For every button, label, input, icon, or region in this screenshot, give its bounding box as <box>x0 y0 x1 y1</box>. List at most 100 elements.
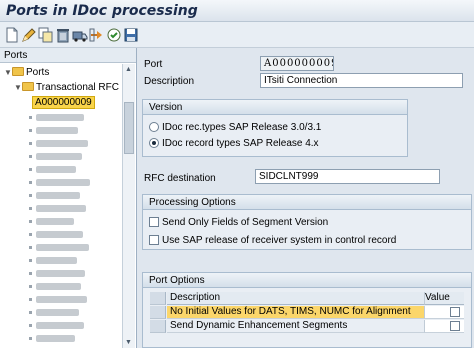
column-select-icon[interactable] <box>150 292 166 305</box>
obscured-tree-item[interactable] <box>36 270 85 277</box>
obscured-tree-item[interactable] <box>36 218 74 225</box>
tree-node-ports[interactable]: ▼ Ports <box>4 67 49 79</box>
where-used-icon[interactable] <box>89 27 105 43</box>
tree-bullet <box>29 272 32 275</box>
tree-bullet <box>29 337 32 340</box>
obscured-tree-item[interactable] <box>36 140 88 147</box>
checkbox[interactable] <box>149 217 159 227</box>
tree-bullet <box>29 311 32 314</box>
description-label: Description <box>144 76 195 87</box>
port-field: A000000009 <box>260 56 334 71</box>
column-header-description[interactable]: Description <box>167 292 424 305</box>
obscured-tree-item[interactable] <box>36 244 89 251</box>
radio-button[interactable] <box>149 122 159 132</box>
tree-bullet <box>29 246 32 249</box>
new-document-icon[interactable] <box>4 27 20 43</box>
edit-pencil-icon[interactable] <box>21 27 37 43</box>
tree-header: Ports <box>0 48 136 63</box>
radio-release-4x[interactable]: IDoc record types SAP Release 4.x <box>149 138 319 149</box>
row-selector[interactable] <box>150 306 166 319</box>
row-description: No Initial Values for DATS, TIMS, NUMC f… <box>167 306 424 319</box>
tree-bullet <box>29 181 32 184</box>
expand-arrow-icon[interactable]: ▼ <box>4 67 12 79</box>
tree-bullet <box>29 233 32 236</box>
tree-bullet <box>29 207 32 210</box>
ports-tree-panel: Ports ▼ Ports ▼ Transactional RFC A0000000… <box>0 48 137 348</box>
obscured-tree-item[interactable] <box>36 127 78 134</box>
tree-node-label: Transactional RFC <box>36 82 119 93</box>
processing-options-title: Processing Options <box>143 195 471 210</box>
checkbox-label: Send Only Fields of Segment Version <box>162 217 329 228</box>
obscured-tree-item[interactable] <box>36 296 87 303</box>
folder-open-icon <box>12 67 24 76</box>
window-title: Ports in IDoc processing <box>6 3 198 19</box>
obscured-tree-item[interactable] <box>36 335 75 342</box>
table-row[interactable]: Send Dynamic Enhancement Segments <box>150 320 464 333</box>
tree-node-transactional-rfc[interactable]: ▼ Transactional RFC <box>14 82 119 94</box>
tree-bullet <box>29 298 32 301</box>
obscured-tree-item[interactable] <box>36 166 76 173</box>
copy-icon[interactable] <box>38 27 54 43</box>
tree-scrollbar[interactable]: ▲ ▼ <box>122 64 135 348</box>
port-options-title: Port Options <box>143 273 471 288</box>
table-row[interactable]: No Initial Values for DATS, TIMS, NUMC f… <box>150 306 464 319</box>
radio-release-3x[interactable]: IDoc rec.types SAP Release 3.0/3.1 <box>149 122 321 133</box>
tree-node-label: A000000009 <box>32 96 95 109</box>
table-header-row: Description Value <box>150 292 464 305</box>
checkbox-receiver-release[interactable]: Use SAP release of receiver system in co… <box>149 235 396 246</box>
title-bar: Ports in IDoc processing <box>0 0 474 22</box>
obscured-tree-item[interactable] <box>36 179 90 186</box>
checkbox[interactable] <box>450 307 460 317</box>
radio-button[interactable] <box>149 138 159 148</box>
tree-bullet <box>29 155 32 158</box>
tree-bullet <box>29 142 32 145</box>
obscured-tree-item[interactable] <box>36 257 77 264</box>
scroll-down-arrow-icon[interactable]: ▼ <box>125 339 132 346</box>
tree-bullet <box>29 116 32 119</box>
obscured-tree-item[interactable] <box>36 283 81 290</box>
tree-bullet <box>29 324 32 327</box>
version-group-title: Version <box>143 100 407 115</box>
checkbox-label: Use SAP release of receiver system in co… <box>162 235 397 246</box>
rfc-destination-field[interactable]: SIDCLNT999 <box>255 169 440 184</box>
save-layout-icon[interactable] <box>123 27 139 43</box>
checkbox[interactable] <box>450 321 460 331</box>
tree-bullet <box>29 220 32 223</box>
activate-icon[interactable] <box>106 27 122 43</box>
obscured-tree-item[interactable] <box>36 205 86 212</box>
checkbox-segment-version[interactable]: Send Only Fields of Segment Version <box>149 217 328 228</box>
row-selector[interactable] <box>150 320 166 333</box>
transport-truck-icon[interactable] <box>72 27 88 43</box>
processing-options-group: Processing Options Send Only Fields of S… <box>142 194 472 250</box>
row-value-cell <box>424 320 464 333</box>
port-label: Port <box>144 59 163 70</box>
radio-label: IDoc rec.types SAP Release 3.0/3.1 <box>162 122 322 133</box>
obscured-tree-item[interactable] <box>36 309 79 316</box>
version-group: Version IDoc rec.types SAP Release 3.0/3… <box>142 99 408 157</box>
tree-bullet <box>29 194 32 197</box>
toolbar <box>0 22 474 48</box>
radio-label: IDoc record types SAP Release 4.x <box>162 138 319 149</box>
tree-bullet <box>29 168 32 171</box>
scroll-up-arrow-icon[interactable]: ▲ <box>125 66 132 73</box>
row-value-cell <box>424 306 464 319</box>
tree-bullet <box>29 259 32 262</box>
row-description: Send Dynamic Enhancement Segments <box>167 320 424 333</box>
scrollbar-thumb[interactable] <box>124 102 134 154</box>
tree-bullet <box>29 129 32 132</box>
obscured-tree-item[interactable] <box>36 322 84 329</box>
tree-bullet <box>29 285 32 288</box>
obscured-tree-item[interactable] <box>36 231 83 238</box>
column-header-value[interactable]: Value <box>424 292 464 305</box>
rfc-destination-label: RFC destination <box>144 173 216 184</box>
expand-arrow-icon[interactable]: ▼ <box>14 82 22 94</box>
tree-node-selected-port[interactable]: A000000009 <box>32 96 95 109</box>
obscured-tree-item[interactable] <box>36 192 80 199</box>
delete-trash-icon[interactable] <box>55 27 71 43</box>
folder-open-icon <box>22 82 34 91</box>
description-field[interactable]: ITsiti Connection <box>260 73 463 88</box>
tree-node-label: Ports <box>26 67 50 78</box>
checkbox[interactable] <box>149 235 159 245</box>
obscured-tree-item[interactable] <box>36 153 82 160</box>
obscured-tree-item[interactable] <box>36 114 84 121</box>
